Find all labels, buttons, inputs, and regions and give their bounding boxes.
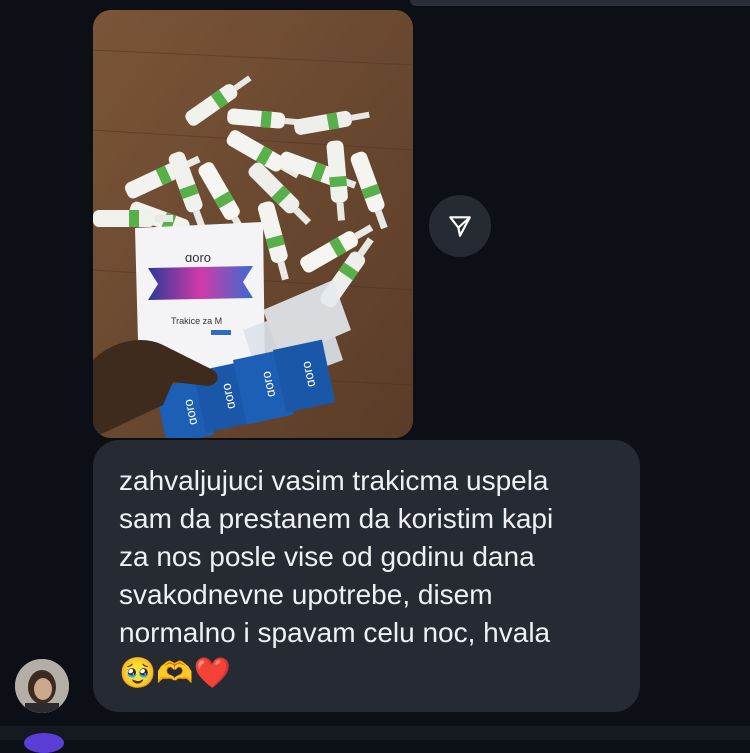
message-line: zahvaljujuci vasim trakicma uspela: [119, 465, 549, 496]
emoji-reaction-text: 🥹🫶❤️: [119, 657, 232, 690]
photo-content: ɑoro Trakice za M ɑoro ɑoro ɑoro ɑoro: [93, 10, 413, 438]
sender-avatar[interactable]: [15, 659, 69, 713]
package-text: Trakice za M: [171, 316, 222, 326]
message-line: svakodnevne upotrebe, disem: [119, 579, 493, 610]
composer-bar-edge: [0, 726, 750, 740]
composer-icon[interactable]: [24, 733, 64, 753]
message-bubble[interactable]: zahvaljujuci vasim trakicma uspela sam d…: [93, 440, 640, 712]
share-button[interactable]: [429, 195, 491, 257]
previous-message-edge: [410, 0, 750, 6]
paper-plane-icon: [449, 216, 471, 237]
message-photo[interactable]: ɑoro Trakice za M ɑoro ɑoro ɑoro ɑoro: [93, 10, 413, 438]
message-line: sam da prestanem da koristim kapi: [119, 503, 554, 534]
message-line: normalno i spavam celu noc, hvala: [119, 617, 551, 648]
message-line: za nos posle vise od godinu dana: [119, 541, 535, 572]
avatar-image: [15, 659, 69, 713]
package-brand: ɑoro: [185, 250, 211, 265]
